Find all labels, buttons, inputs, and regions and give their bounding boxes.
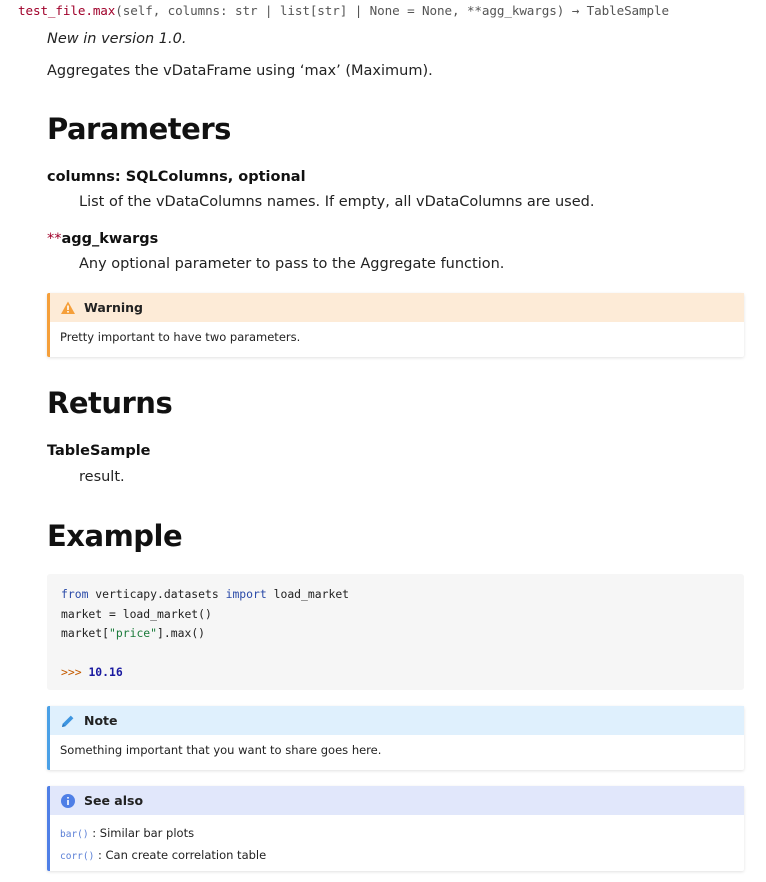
code-text: ].max() [157, 626, 206, 640]
see-also-desc: : Similar bar plots [88, 826, 195, 840]
function-params: (self, columns: str | list[str] | None =… [115, 3, 669, 18]
code-text: load_market [266, 587, 350, 601]
returns-heading: Returns [47, 386, 173, 420]
param-agg-kwargs-desc: Any optional parameter to pass to the Ag… [79, 256, 505, 272]
warning-text: Pretty important to have two parameters. [60, 330, 301, 344]
param-agg-kwargs-term: **agg_kwargs [47, 231, 158, 247]
see-also-desc: : Can create correlation table [94, 848, 267, 862]
parameters-heading: Parameters [47, 112, 231, 146]
code-keyword: import [225, 587, 267, 601]
warning-admonition: Warning Pretty important to have two par… [47, 293, 744, 357]
warning-header: Warning [50, 293, 744, 322]
pencil-icon [60, 713, 76, 729]
code-example[interactable]: from verticapy.datasets import load_mark… [47, 574, 744, 690]
example-heading: Example [47, 519, 183, 553]
param-columns-desc: List of the vDataColumns names. If empty… [79, 194, 595, 210]
code-line: market = load_market() [61, 606, 212, 621]
param-columns-term: columns: SQLColumns, optional [47, 169, 306, 185]
param-name: agg_kwargs [61, 231, 159, 247]
see-also-item: corr() : Can create correlation table [60, 845, 734, 867]
return-type: TableSample [47, 443, 151, 459]
code-result: 10.16 [88, 665, 123, 679]
warning-triangle-icon [60, 300, 76, 316]
code-text: verticapy.datasets [88, 587, 226, 601]
version-note: New in version 1.0. [47, 31, 187, 47]
note-text: Something important that you want to sha… [60, 743, 382, 757]
param-name: columns: SQLColumns, optional [47, 169, 306, 185]
see-also-title: See also [84, 793, 144, 808]
note-title: Note [84, 713, 118, 728]
see-also-header: See also [50, 786, 744, 815]
param-stars: ** [47, 231, 62, 247]
note-admonition: Note Something important that you want t… [47, 706, 744, 770]
note-header: Note [50, 706, 744, 735]
see-also-list: bar() : Similar bar plots corr() : Can c… [50, 815, 744, 877]
see-also-item: bar() : Similar bar plots [60, 823, 734, 845]
code-keyword: from [61, 587, 89, 601]
info-circle-icon [60, 793, 76, 809]
function-name: test_file.max [18, 3, 116, 18]
code-text: market[ [61, 626, 110, 640]
see-also-admonition: See also bar() : Similar bar plots corr(… [47, 786, 744, 871]
warning-title: Warning [84, 300, 143, 315]
function-signature: test_file.max(self, columns: str | list[… [18, 3, 669, 18]
see-also-link-corr[interactable]: corr() [60, 851, 94, 862]
see-also-link-bar[interactable]: bar() [60, 829, 89, 840]
code-prompt: >>> [61, 665, 82, 679]
code-string: "price" [109, 626, 158, 640]
function-description: Aggregates the vDataFrame using ‘max’ (M… [47, 63, 433, 79]
return-desc: result. [79, 469, 125, 485]
